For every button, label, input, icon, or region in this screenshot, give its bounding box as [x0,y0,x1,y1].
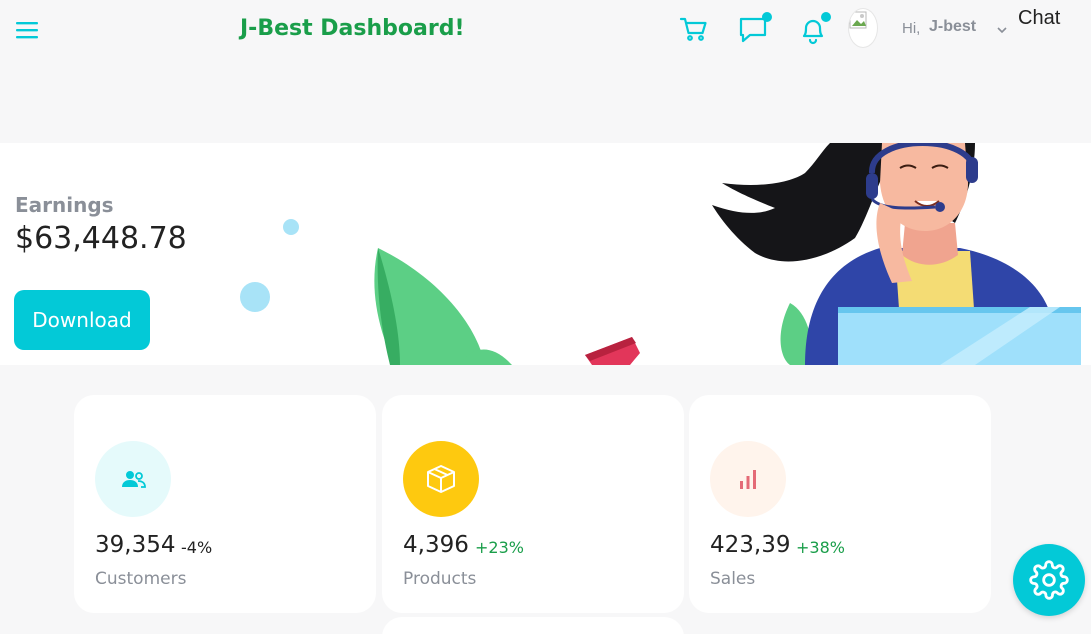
products-card: 4,396 +23% Products [382,395,684,613]
customers-icon-circle[interactable] [95,441,171,517]
settings-button[interactable] [1013,544,1085,616]
avatar[interactable] [848,8,878,48]
users-icon [122,471,146,488]
products-icon-circle[interactable] [403,441,479,517]
sales-card: 423,39 +38% Sales [689,395,991,613]
bar-chart-icon [740,470,756,489]
cart-icon[interactable] [679,15,709,48]
box-icon [427,465,455,493]
download-button[interactable]: Download [14,290,150,350]
earnings-banner: Earnings $63,448.78 Download [0,143,1091,365]
products-change: +23% [475,538,524,557]
sales-title: Sales [710,569,756,589]
earnings-value: $63,448.78 [15,221,187,256]
customers-value: 39,354 [95,532,176,558]
next-card-partial [382,617,684,634]
customers-title: Customers [95,569,187,589]
menu-icon[interactable] [14,18,42,42]
products-title: Products [403,569,477,589]
sales-value: 423,39 [710,532,791,558]
sales-icon-circle[interactable] [710,441,786,517]
customers-card: 39,354 -4% Customers [74,395,376,613]
chevron-down-icon[interactable] [996,22,1008,40]
sales-change: +38% [796,538,845,557]
earnings-label: Earnings [15,193,114,217]
top-navbar: J-Best Dashboard! Hi, J-best Chat [0,0,1091,60]
products-value: 4,396 [403,532,469,558]
greeting-text: Hi, [902,20,921,37]
chat-notification-dot [762,12,772,22]
chat-label[interactable]: Chat [1018,7,1060,30]
bell-notification-dot [821,12,831,22]
dashboard-title: J-Best Dashboard! [240,16,465,41]
username[interactable]: J-best [929,18,976,36]
customers-change: -4% [181,538,213,557]
gear-icon [1029,560,1069,600]
